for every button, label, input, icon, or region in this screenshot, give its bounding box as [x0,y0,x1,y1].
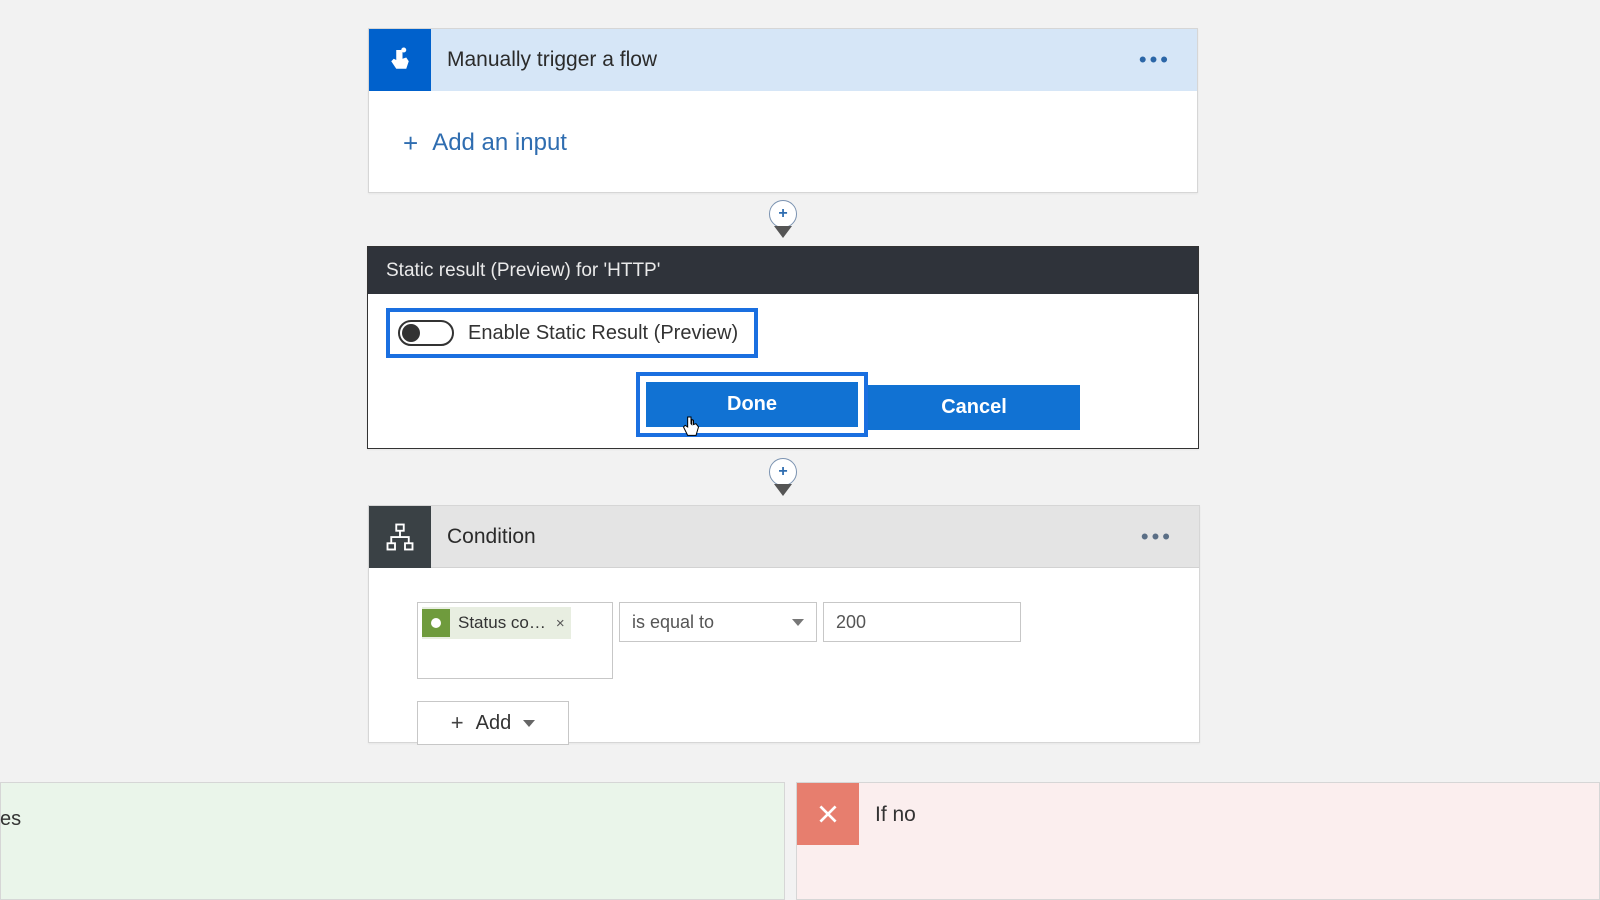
enable-static-result-toggle[interactable] [398,320,454,346]
trigger-card: Manually trigger a flow ••• + Add an inp… [368,28,1198,193]
enable-static-result-highlight: Enable Static Result (Preview) [386,308,758,358]
if-no-icon [797,783,859,845]
condition-title: Condition [447,525,536,549]
insert-step-plus-icon: + [769,200,797,228]
condition-header[interactable]: Condition ••• [369,506,1199,568]
trigger-body: + Add an input [369,91,1197,194]
insert-step-plus-icon: + [769,458,797,486]
plus-icon: + [403,130,418,156]
done-button[interactable]: Done [646,382,858,427]
add-condition-label: Add [476,712,512,735]
chevron-down-icon [792,619,804,626]
plus-icon: + [451,710,464,736]
dynamic-content-icon [422,609,450,637]
arrow-down-icon [774,226,792,238]
toggle-knob [402,324,420,342]
condition-card: Condition ••• Status co… × is equal to [368,505,1200,743]
if-yes-label-partial: es [0,808,21,831]
if-no-branch[interactable]: If no [796,782,1600,900]
token-label: Status co… [458,613,546,633]
done-button-highlight: Done [636,372,868,437]
trigger-header[interactable]: Manually trigger a flow ••• [369,29,1197,91]
add-input-label: Add an input [432,129,567,157]
trigger-title: Manually trigger a flow [447,48,657,72]
trigger-more-menu[interactable]: ••• [1113,47,1197,73]
chevron-down-icon [523,720,535,727]
manual-trigger-icon [369,29,431,91]
insert-step-1[interactable]: + [768,200,798,248]
arrow-down-icon [774,484,792,496]
condition-value: 200 [836,612,866,633]
condition-more-menu[interactable]: ••• [1115,524,1199,550]
if-yes-branch[interactable] [0,782,785,900]
cancel-button[interactable]: Cancel [868,385,1080,430]
static-result-card: Static result (Preview) for 'HTTP' Enabl… [367,246,1199,449]
add-condition-button[interactable]: + Add [417,701,569,745]
enable-static-result-label: Enable Static Result (Preview) [468,322,738,345]
status-code-token: Status co… × [422,607,571,639]
token-remove-button[interactable]: × [556,615,565,632]
condition-rule-row: Status co… × is equal to 200 [417,602,1151,679]
condition-icon [369,506,431,568]
add-input-button[interactable]: + Add an input [403,129,567,157]
if-no-label: If no [875,803,916,827]
condition-operator-select[interactable]: is equal to [619,602,817,642]
static-result-header: Static result (Preview) for 'HTTP' [368,247,1198,294]
insert-step-2[interactable]: + [768,458,798,506]
condition-left-operand[interactable]: Status co… × [417,602,613,679]
operator-label: is equal to [632,612,714,633]
condition-value-input[interactable]: 200 [823,602,1021,642]
